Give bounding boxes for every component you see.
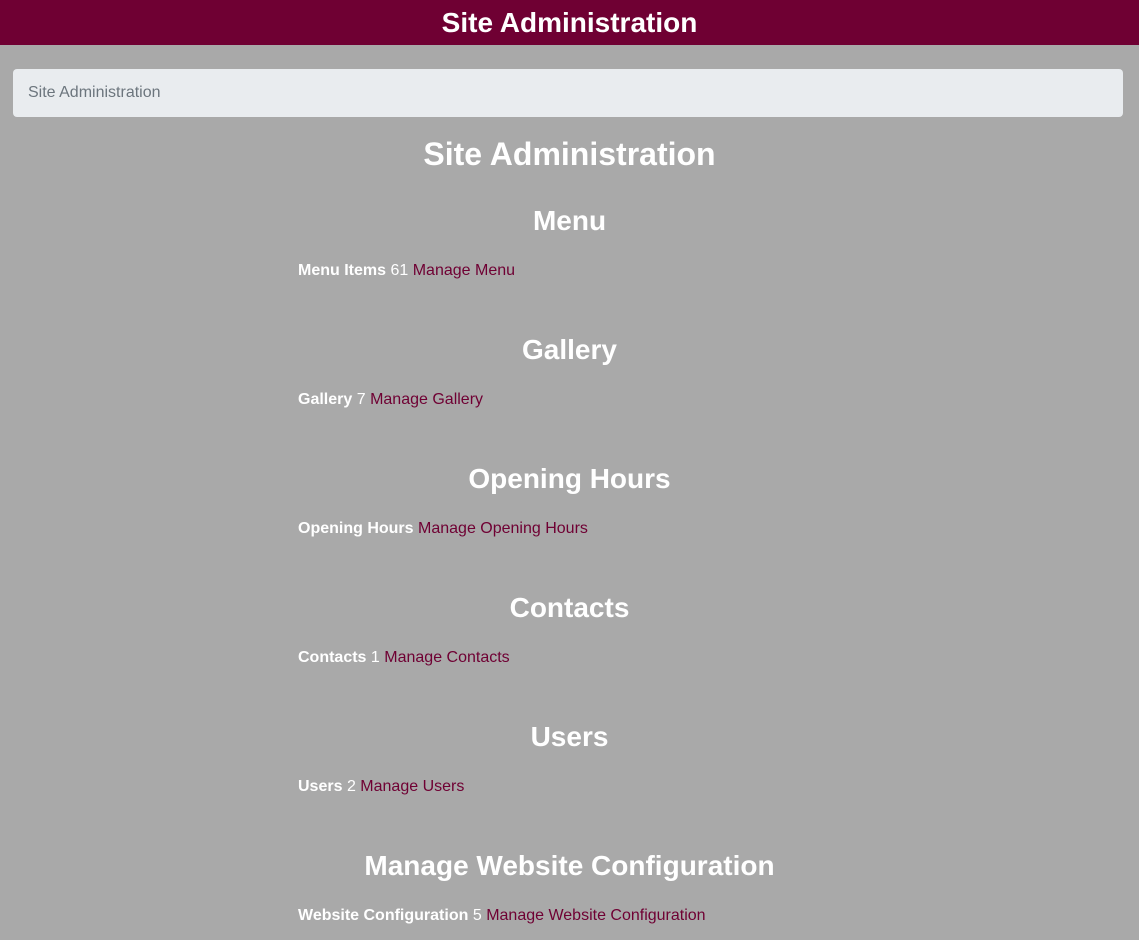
page-title: Site Administration bbox=[423, 136, 716, 172]
stat-row: Menu Items 61 Manage Menu bbox=[298, 261, 515, 281]
section-gallery: Gallery Gallery 7 Manage Gallery bbox=[0, 332, 1139, 408]
stat-count: 7 bbox=[356, 391, 366, 408]
stat-label: Gallery bbox=[298, 391, 353, 408]
breadcrumb-item-current: Site Administration bbox=[28, 84, 161, 101]
manage-website-configuration-link[interactable]: Manage Website Configuration bbox=[486, 907, 705, 924]
section-heading: Manage Website Configuration bbox=[364, 850, 775, 881]
section-website-configuration: Manage Website Configuration Website Con… bbox=[0, 848, 1139, 924]
stat-label: Website Configuration bbox=[298, 907, 469, 924]
section-heading: Contacts bbox=[509, 592, 630, 623]
manage-menu-link[interactable]: Manage Menu bbox=[413, 262, 515, 279]
top-header-bar: Site Administration bbox=[0, 0, 1139, 45]
section-contacts: Contacts Contacts 1 Manage Contacts bbox=[0, 590, 1139, 666]
manage-contacts-link[interactable]: Manage Contacts bbox=[384, 649, 509, 666]
stat-count: 5 bbox=[472, 907, 482, 924]
section-heading: Gallery bbox=[522, 334, 617, 365]
header-title: Site Administration bbox=[441, 7, 698, 38]
stat-label: Contacts bbox=[298, 649, 367, 666]
manage-opening-hours-link[interactable]: Manage Opening Hours bbox=[418, 520, 588, 537]
stat-row: Users 2 Manage Users bbox=[298, 777, 464, 797]
stat-count: 1 bbox=[370, 649, 380, 666]
stat-row: Contacts 1 Manage Contacts bbox=[298, 648, 510, 668]
stat-row: Opening Hours Manage Opening Hours bbox=[298, 519, 588, 539]
stat-row: Website Configuration 5 Manage Website C… bbox=[298, 906, 706, 926]
stat-label: Opening Hours bbox=[298, 520, 414, 537]
stat-count: 2 bbox=[346, 778, 356, 795]
stat-label: Users bbox=[298, 778, 343, 795]
section-menu: Menu Menu Items 61 Manage Menu bbox=[0, 203, 1139, 279]
stat-count: 61 bbox=[390, 262, 409, 279]
section-opening-hours: Opening Hours Opening Hours Manage Openi… bbox=[0, 461, 1139, 537]
stat-label: Menu Items bbox=[298, 262, 387, 279]
breadcrumb: Site Administration bbox=[13, 69, 1123, 117]
section-heading: Users bbox=[530, 721, 609, 752]
section-users: Users Users 2 Manage Users bbox=[0, 719, 1139, 795]
manage-users-link[interactable]: Manage Users bbox=[360, 778, 464, 795]
section-heading: Opening Hours bbox=[468, 463, 671, 494]
stat-row: Gallery 7 Manage Gallery bbox=[298, 390, 483, 410]
section-heading: Menu bbox=[532, 205, 607, 236]
manage-gallery-link[interactable]: Manage Gallery bbox=[370, 391, 483, 408]
